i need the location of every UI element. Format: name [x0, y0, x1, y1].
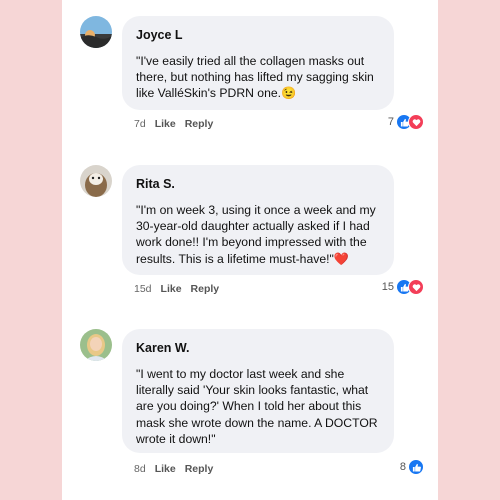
love-icon — [408, 114, 424, 130]
like-button[interactable]: Like — [155, 118, 176, 130]
like-icon — [408, 459, 424, 475]
comment-actions: 8d Like Reply — [134, 463, 213, 475]
avatar[interactable] — [80, 165, 112, 197]
comment-actions: 15d Like Reply — [134, 283, 219, 295]
comments-panel: Joyce L "I've easily tried all the colla… — [62, 0, 438, 500]
avatar[interactable] — [80, 329, 112, 361]
comment-bubble: Karen W. "I went to my doctor last week … — [122, 329, 394, 453]
reaction-count: 7 — [387, 116, 394, 128]
commenter-name[interactable]: Rita S. — [136, 177, 380, 191]
comment-body: "I've easily tried all the collagen mask… — [136, 54, 374, 101]
like-button[interactable]: Like — [161, 283, 182, 295]
comment-bubble: Joyce L "I've easily tried all the colla… — [122, 16, 394, 110]
timestamp[interactable]: 15d — [134, 283, 152, 295]
reaction-count: 8 — [399, 461, 406, 473]
reactions[interactable]: 8 — [400, 459, 424, 475]
comment-text: "I've easily tried all the collagen mask… — [136, 53, 380, 102]
reply-button[interactable]: Reply — [185, 463, 214, 475]
wink-emoji-icon: 😉 — [281, 86, 297, 101]
reaction-count: 15 — [381, 281, 394, 293]
love-icon — [408, 279, 424, 295]
timestamp[interactable]: 8d — [134, 463, 146, 475]
avatar[interactable] — [80, 16, 112, 48]
comment-actions: 7d Like Reply — [134, 118, 213, 130]
reply-button[interactable]: Reply — [185, 118, 214, 130]
timestamp[interactable]: 7d — [134, 118, 146, 130]
reactions[interactable]: 15 — [382, 279, 424, 295]
reactions[interactable]: 7 — [388, 114, 424, 130]
reply-button[interactable]: Reply — [191, 283, 220, 295]
commenter-name[interactable]: Joyce L — [136, 28, 380, 42]
commenter-name[interactable]: Karen W. — [136, 341, 380, 355]
heart-emoji-icon: ❤️ — [333, 251, 349, 266]
comment-text: "I'm on week 3, using it once a week and… — [136, 202, 380, 267]
like-button[interactable]: Like — [155, 463, 176, 475]
comment-text: "I went to my doctor last week and she l… — [136, 367, 378, 446]
comment-bubble: Rita S. "I'm on week 3, using it once a … — [122, 165, 394, 275]
